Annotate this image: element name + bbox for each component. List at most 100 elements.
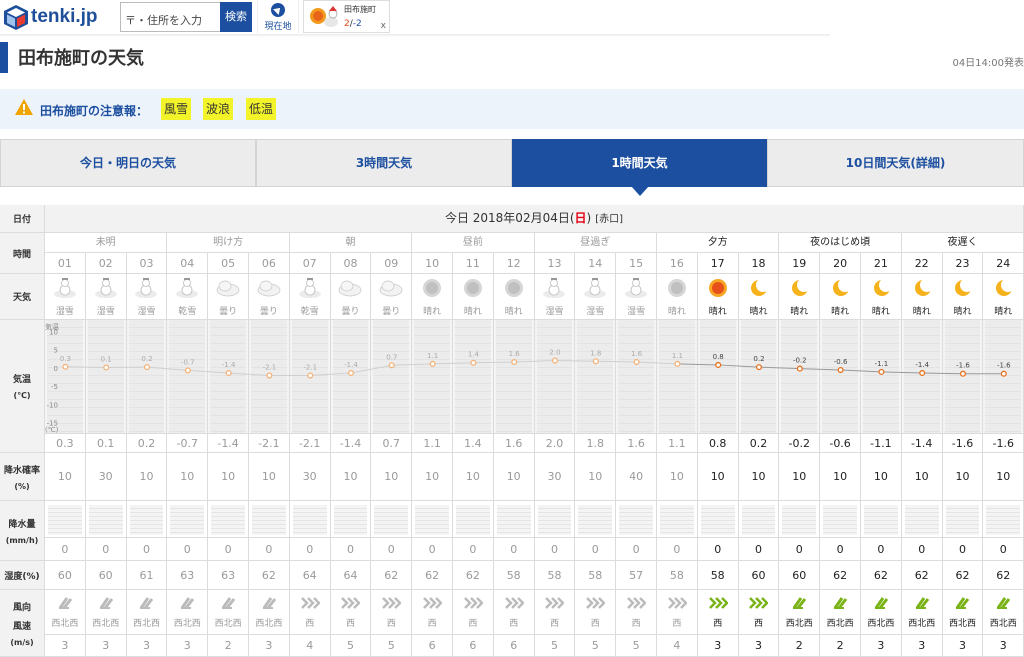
warning-badge[interactable]: 波浪 <box>203 98 234 120</box>
logo-text: tenki.jp <box>31 6 98 27</box>
precip-prob-value: 10 <box>412 453 453 501</box>
wind-speed-value: 2 <box>779 635 821 657</box>
moon-icon <box>779 277 819 299</box>
hour-label: 20 <box>820 253 861 274</box>
wind-direction-label: 西 <box>549 619 559 629</box>
cloud-icon <box>371 277 411 299</box>
wind-speed-value: 4 <box>657 635 698 657</box>
temp-value: 1.6 <box>616 434 657 453</box>
wind-direction-label: 西北西 <box>948 619 976 629</box>
humidity-value: 62 <box>861 561 902 590</box>
wind-direction-label: 西北西 <box>867 619 895 629</box>
precip-bar-cell <box>330 501 372 538</box>
precip-prob-value: 10 <box>697 453 739 501</box>
precip-prob-value: 30 <box>534 453 576 501</box>
current-location-button[interactable]: 現在地 <box>257 0 299 33</box>
temp-graph-column <box>412 320 453 434</box>
wind-direction-label: 西北西 <box>214 619 242 629</box>
wind-arrow-icon <box>127 596 167 610</box>
tab-today-tomorrow[interactable]: 今日・明日の天気 <box>0 139 256 187</box>
weather-cell: 曇り <box>249 274 290 320</box>
row-header-time: 時間 <box>0 233 45 274</box>
precip-bar-cell <box>738 501 780 538</box>
wind-arrow-icon <box>412 596 452 610</box>
temp-graph-column <box>249 320 290 434</box>
search-input[interactable]: 〒・住所を入力 <box>120 2 220 32</box>
wind-direction-cell: 西 <box>534 590 576 635</box>
precip-prob-value: 10 <box>861 453 902 501</box>
precip-bar-cell <box>657 501 698 538</box>
wind-direction-label: 西北西 <box>908 619 936 629</box>
precip-value: 0 <box>657 538 698 561</box>
hourly-forecast-table: 日付 時間 天気 気温 (℃) 降水確率 (%) 降水量 (mm/h) 湿度(%) 風向 風速 (m/s… <box>0 205 1024 657</box>
weather-cell: 曇り <box>208 274 249 320</box>
row-header-humidity: 湿度(%) <box>0 561 45 590</box>
warning-badge[interactable]: 低温 <box>246 98 277 120</box>
wind-arrow-icon <box>983 596 1023 610</box>
top-bar: tenki.jp 〒・住所を入力 検索 現在地 田布施町 2/-2 x <box>0 0 1024 37</box>
weather-cell: 晴れ <box>901 274 943 320</box>
wind-direction-cell: 西 <box>575 590 617 635</box>
weather-label: 乾雪 <box>178 307 197 317</box>
hour-label: 07 <box>289 253 331 274</box>
temp-value: -0.2 <box>779 434 821 453</box>
precip-bar-cell <box>453 501 494 538</box>
search-button[interactable]: 検索 <box>220 2 252 32</box>
row-label: 降水確率 <box>3 465 40 476</box>
wind-arrow-icon <box>331 596 371 610</box>
hour-label: 24 <box>983 253 1024 274</box>
wind-direction-label: 西 <box>427 619 437 629</box>
snowman-icon <box>575 277 615 299</box>
recent-city-card[interactable]: 田布施町 2/-2 x <box>303 0 390 33</box>
tab-10-day[interactable]: 10日間天気(詳細) <box>767 139 1024 187</box>
weather-cell: 湿雪 <box>575 274 617 320</box>
moon-icon <box>739 277 779 299</box>
wind-speed-value: 3 <box>85 635 127 657</box>
humidity-value: 64 <box>289 561 331 590</box>
wind-speed-value: 3 <box>126 635 168 657</box>
weather-cell: 晴れ <box>820 274 861 320</box>
precip-prob-value: 10 <box>575 453 617 501</box>
warning-badge[interactable]: 風雪 <box>161 98 192 120</box>
period-label: 明け方 <box>167 233 290 253</box>
temp-graph-column <box>126 320 168 434</box>
wind-speed-value: 5 <box>616 635 657 657</box>
weather-cell: 湿雪 <box>85 274 127 320</box>
weather-label: 曇り <box>219 307 238 317</box>
wind-direction-cell: 西北西 <box>779 590 821 635</box>
tab-3-hour[interactable]: 3時間天気 <box>256 139 512 187</box>
weather-label: 晴れ <box>871 307 890 317</box>
precip-value: 0 <box>85 538 127 561</box>
hour-label: 04 <box>167 253 209 274</box>
recent-city-temps: 2/-2 <box>344 19 362 29</box>
wind-direction-label: 西北西 <box>132 619 160 629</box>
site-logo[interactable]: tenki.jp <box>3 4 113 32</box>
humidity-value: 58 <box>493 561 535 590</box>
published-time: 04日14:00発表 <box>952 58 1024 69</box>
row-label: (m/s) <box>10 637 34 647</box>
weather-cell: 乾雪 <box>289 274 331 320</box>
precip-prob-value: 10 <box>983 453 1024 501</box>
temp-value: 0.7 <box>371 434 413 453</box>
row-label: 風向 <box>12 602 31 613</box>
wind-arrow-icon <box>575 596 615 610</box>
weather-label: 湿雪 <box>96 307 115 317</box>
wind-arrow-icon <box>208 596 248 610</box>
sun-icon <box>453 277 493 299</box>
temp-value: -1.4 <box>901 434 943 453</box>
wind-direction-label: 西北西 <box>989 619 1017 629</box>
wind-direction-cell: 西北西 <box>942 590 984 635</box>
humidity-value: 61 <box>126 561 168 590</box>
recent-city-low: -2 <box>352 19 362 29</box>
wind-speed-value: 4 <box>289 635 331 657</box>
close-icon[interactable]: x <box>381 21 386 31</box>
weather-label: 晴れ <box>994 307 1013 317</box>
wind-direction-label: 西北西 <box>255 619 283 629</box>
humidity-value: 58 <box>534 561 576 590</box>
humidity-value: 60 <box>85 561 127 590</box>
precip-prob-value: 30 <box>85 453 127 501</box>
temp-value: -2.1 <box>249 434 290 453</box>
tab-1-hour[interactable]: 1時間天気 <box>512 139 767 196</box>
temp-value: 1.4 <box>453 434 494 453</box>
row-header-temperature: 気温 (℃) <box>0 320 45 453</box>
